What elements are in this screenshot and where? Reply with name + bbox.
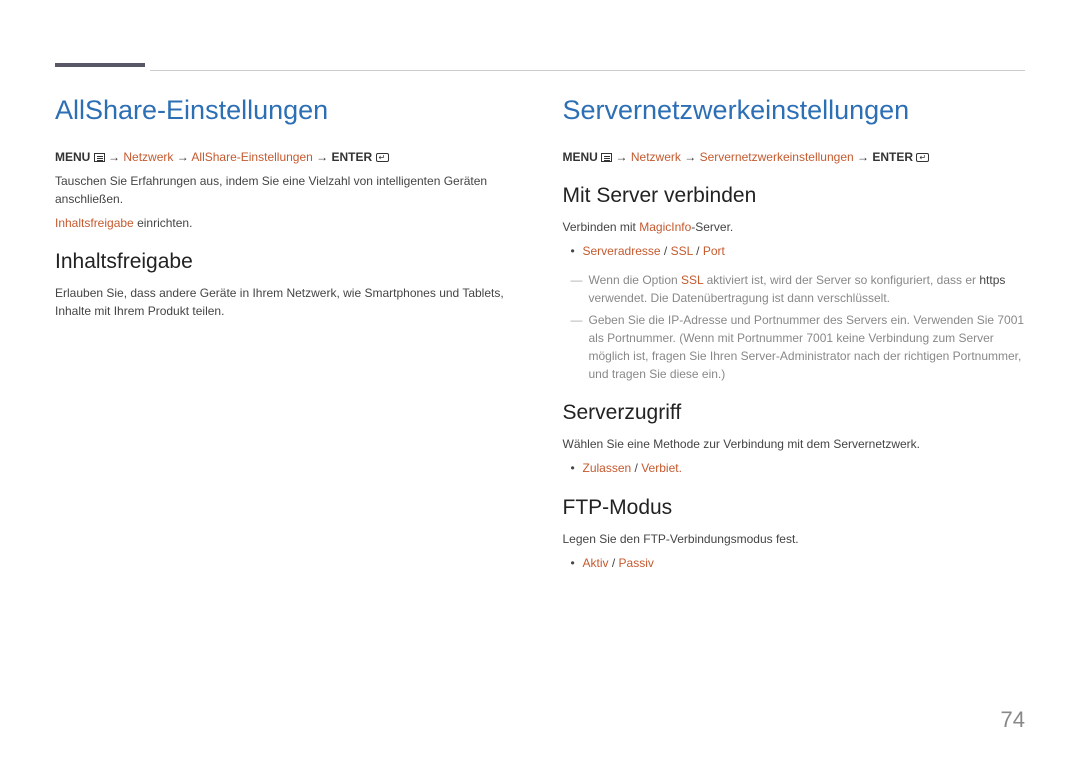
- ftp-modus-body: Legen Sie den FTP-Verbindungsmodus fest.: [563, 530, 1026, 548]
- zugriff-options-list: Zulassen / Verbiet.: [563, 459, 1026, 478]
- dash1-pre: Wenn die Option: [589, 273, 682, 287]
- opt-verbiet: Verbiet.: [641, 461, 682, 475]
- enter-icon: [916, 153, 929, 162]
- breadcrumb-right: MENU → Netzwerk → Servernetzwerkeinstell…: [563, 148, 1026, 166]
- menu-label: MENU: [55, 150, 90, 164]
- dash1-https: https: [979, 273, 1005, 287]
- crumb-netzwerk: Netzwerk: [123, 150, 173, 164]
- arrow-icon: →: [108, 150, 120, 164]
- server-notes-list: Wenn die Option SSL aktiviert ist, wird …: [563, 271, 1026, 383]
- enter-label: ENTER: [332, 150, 373, 164]
- verbinden-pre: Verbinden mit: [563, 220, 640, 234]
- magicinfo-link: MagicInfo: [639, 220, 691, 234]
- ftp-options-item: Aktiv / Passiv: [563, 554, 1026, 573]
- menu-icon: [601, 153, 612, 162]
- page-content: AllShare-Einstellungen MENU → Netzwerk →…: [0, 0, 1080, 624]
- opt-serveradresse: Serveradresse: [583, 244, 661, 258]
- inhaltsfreigabe-heading: Inhaltsfreigabe: [55, 250, 518, 274]
- inhaltsfreigabe-link: Inhaltsfreigabe: [55, 216, 134, 230]
- sep: /: [609, 556, 619, 570]
- arrow-icon: →: [857, 150, 869, 164]
- ssl-note: Wenn die Option SSL aktiviert ist, wird …: [563, 271, 1026, 307]
- crumb-allshare: AllShare-Einstellungen: [191, 150, 312, 164]
- ftp-modus-heading: FTP-Modus: [563, 496, 1026, 520]
- server-options-item: Serveradresse / SSL / Port: [563, 242, 1026, 261]
- menu-icon: [94, 153, 105, 162]
- mit-server-heading: Mit Server verbinden: [563, 184, 1026, 208]
- port-note: Geben Sie die IP-Adresse und Portnummer …: [563, 311, 1026, 383]
- header-divider: [150, 70, 1025, 71]
- opt-aktiv: Aktiv: [583, 556, 609, 570]
- mit-server-line: Verbinden mit MagicInfo-Server.: [563, 218, 1026, 236]
- dash1-ssl: SSL: [681, 273, 703, 287]
- opt-port: Port: [703, 244, 725, 258]
- enter-label: ENTER: [872, 150, 913, 164]
- intro-after: einrichten.: [134, 216, 193, 230]
- opt-ssl: SSL: [671, 244, 693, 258]
- verbinden-post: -Server.: [691, 220, 733, 234]
- intro-text: Tauschen Sie Erfahrungen aus, indem Sie …: [55, 172, 518, 208]
- menu-label: MENU: [563, 150, 598, 164]
- dash1-post: verwendet. Die Datenübertragung ist dann…: [589, 291, 891, 305]
- left-column: AllShare-Einstellungen MENU → Netzwerk →…: [55, 95, 518, 584]
- breadcrumb-left: MENU → Netzwerk → AllShare-Einstellungen…: [55, 148, 518, 166]
- page-number: 74: [1001, 707, 1025, 733]
- serverzugriff-heading: Serverzugriff: [563, 401, 1026, 425]
- crumb-server: Servernetzwerkeinstellungen: [700, 150, 854, 164]
- server-options-list: Serveradresse / SSL / Port: [563, 242, 1026, 261]
- sep: /: [661, 244, 671, 258]
- arrow-icon: →: [316, 150, 328, 164]
- arrow-icon: →: [616, 150, 628, 164]
- inhaltsfreigabe-body: Erlauben Sie, dass andere Geräte in Ihre…: [55, 284, 518, 320]
- enter-icon: [376, 153, 389, 162]
- zugriff-options-item: Zulassen / Verbiet.: [563, 459, 1026, 478]
- allshare-heading: AllShare-Einstellungen: [55, 95, 518, 126]
- opt-passiv: Passiv: [619, 556, 654, 570]
- dash1-mid: aktiviert ist, wird der Server so konfig…: [703, 273, 979, 287]
- opt-zulassen: Zulassen: [583, 461, 632, 475]
- servernetz-heading: Servernetzwerkeinstellungen: [563, 95, 1026, 126]
- serverzugriff-body: Wählen Sie eine Methode zur Verbindung m…: [563, 435, 1026, 453]
- sep: /: [631, 461, 641, 475]
- intro-link-line: Inhaltsfreigabe einrichten.: [55, 214, 518, 232]
- arrow-icon: →: [177, 150, 189, 164]
- arrow-icon: →: [684, 150, 696, 164]
- right-column: Servernetzwerkeinstellungen MENU → Netzw…: [563, 95, 1026, 584]
- header-tab-marker: [55, 63, 145, 67]
- sep: /: [693, 244, 703, 258]
- ftp-options-list: Aktiv / Passiv: [563, 554, 1026, 573]
- crumb-netzwerk: Netzwerk: [631, 150, 681, 164]
